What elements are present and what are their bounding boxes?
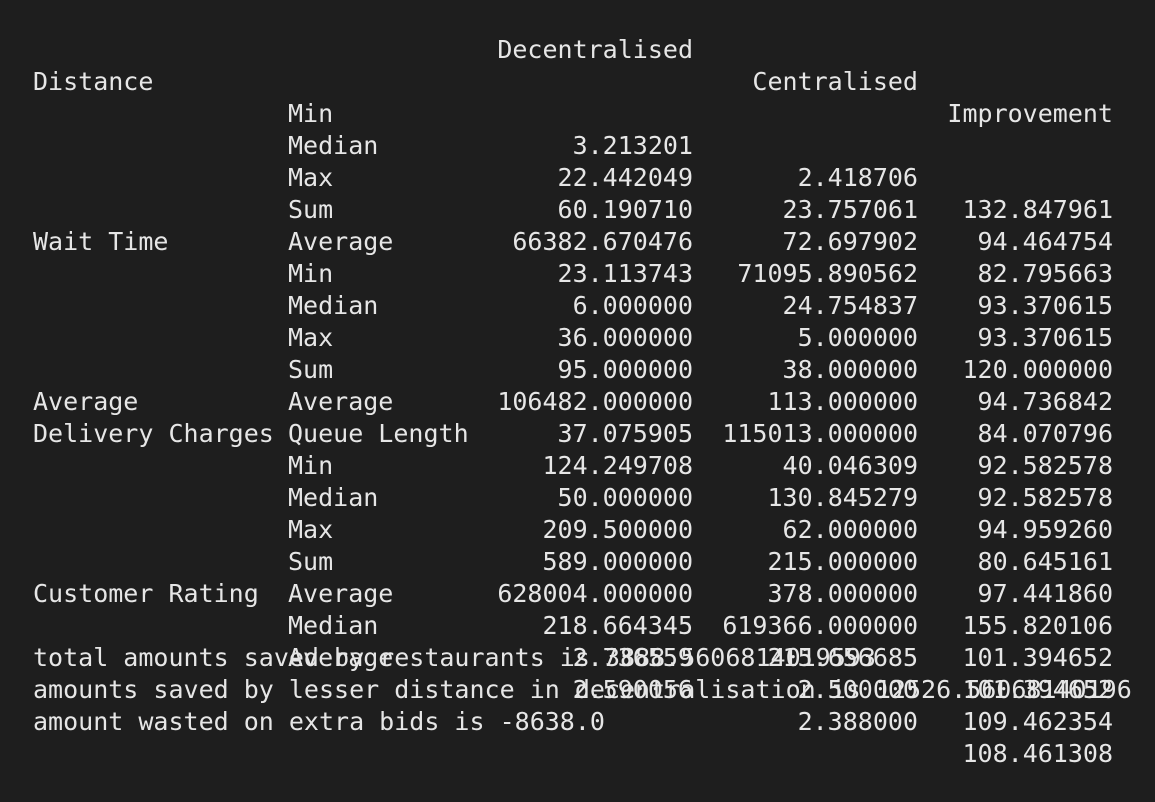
table-row: Average 37.075905 40.046309 92.582578	[0, 322, 1155, 512]
table-row: Max 95.000000 113.000000 84.070796	[0, 258, 1155, 448]
table-header: Decentralised Centralised Improvement	[0, 2, 1155, 128]
centralised-value: 2.388000	[797, 707, 918, 736]
table-row: Average 2.590056 2.388000 108.461308	[0, 578, 1155, 768]
table-row: Median 36.000000 38.000000 94.736842	[0, 226, 1155, 416]
wasted-bids-message: amount wasted on extra bids is -8638.0	[33, 707, 605, 736]
table-row: Sum 628004.000000 619366.000000 101.3946…	[0, 482, 1155, 672]
table-row: Delivery Charges Min 50.000000 62.000000…	[0, 386, 1155, 576]
table-row: Average 23.113743 24.754837 93.370615	[0, 162, 1155, 352]
table-row: Average 218.664345 215.656685 101.394652	[0, 514, 1155, 704]
output-message: total amounts saved by restaurants is 38…	[0, 610, 1155, 672]
table-row: Distance Min 3.213201 2.418706 132.84796…	[0, 34, 1155, 224]
table-row: Median 22.442049 23.757061 94.464754	[0, 66, 1155, 256]
terminal-output: Decentralised Centralised Improvement Di…	[0, 0, 1155, 768]
table-row: Average Queue Length 124.249708 130.8452…	[0, 354, 1155, 544]
table-row: Sum 66382.670476 71095.890562 93.370615	[0, 130, 1155, 320]
improvement-value: 109.462354	[962, 707, 1113, 736]
table-row: Customer Rating Median 2.736559 2.500000…	[0, 546, 1155, 736]
table-row: Wait Time Min 6.000000 5.000000 120.0000…	[0, 194, 1155, 384]
table-row: Sum 106482.000000 115013.000000 92.58257…	[0, 290, 1155, 480]
output-message: amounts saved by lesser distance in dece…	[0, 642, 1155, 704]
improvement-value: 108.461308	[962, 739, 1113, 768]
output-message: amount wasted on extra bids is -8638.0	[0, 674, 1155, 736]
table-row: Max 589.000000 378.000000 155.820106	[0, 450, 1155, 640]
table-row: Max 60.190710 72.697902 82.795663	[0, 98, 1155, 288]
table-row: Median 209.500000 215.000000 97.441860	[0, 418, 1155, 608]
